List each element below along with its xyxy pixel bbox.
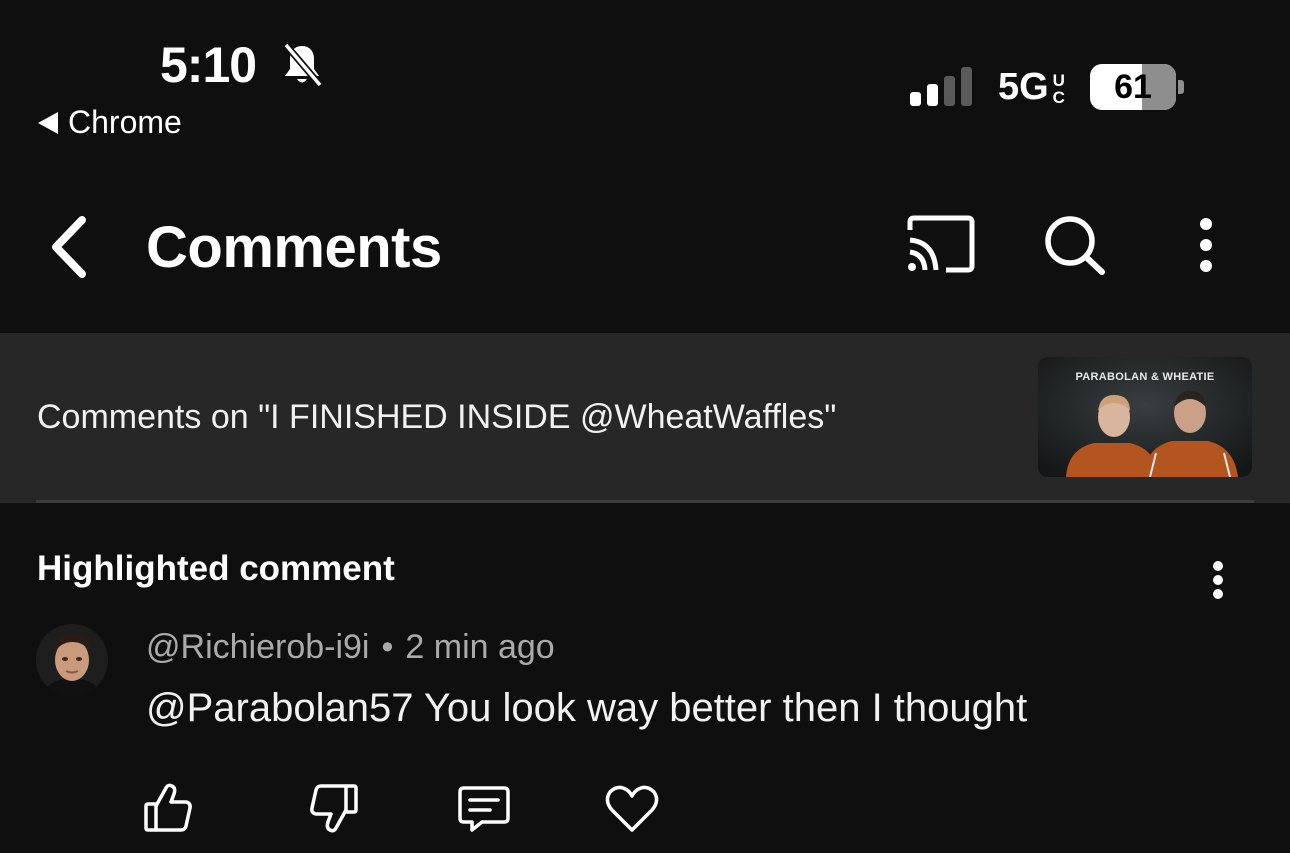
- video-banner-title: Comments on "I FINISHED INSIDE @WheatWaf…: [37, 398, 837, 436]
- comment-more-icon[interactable]: [1202, 560, 1234, 600]
- battery-percent: 61: [1114, 68, 1152, 106]
- bell-slash-icon: [283, 42, 323, 88]
- avatar-image: [36, 624, 108, 696]
- highlighted-comment-label: Highlighted comment: [37, 549, 395, 588]
- chevron-left-icon[interactable]: [42, 212, 98, 282]
- signal-strength-icon: [910, 67, 972, 106]
- back-triangle-icon: [38, 111, 58, 134]
- back-app-label: Chrome: [68, 104, 182, 140]
- network-label: 5G: [998, 66, 1049, 108]
- avatar[interactable]: [36, 624, 108, 696]
- search-icon[interactable]: [1040, 214, 1110, 276]
- divider: [36, 500, 1254, 503]
- reply-icon[interactable]: [452, 776, 516, 840]
- network-suffix-top: U: [1052, 71, 1065, 90]
- video-thumbnail[interactable]: PARABOLAN & WHEATIE: [1038, 357, 1252, 477]
- status-bar: 5:10 Chrome 5G U C 61: [0, 0, 1290, 160]
- clock: 5:10: [160, 37, 257, 93]
- back-to-app[interactable]: Chrome: [38, 104, 182, 141]
- battery-tip: [1178, 80, 1184, 94]
- video-banner[interactable]: Comments on "I FINISHED INSIDE @WheatWaf…: [0, 333, 1290, 503]
- comment-text: @Parabolan57 You look way better then I …: [146, 686, 1028, 730]
- meta-separator: •: [381, 628, 394, 666]
- comment-actions: [136, 776, 676, 840]
- dislike-icon[interactable]: [302, 776, 366, 840]
- network-suffix: U C: [1051, 72, 1067, 106]
- app-header: Comments: [0, 180, 1290, 310]
- network-suffix-bottom: C: [1052, 88, 1065, 107]
- thumbnail-title: PARABOLAN & WHEATIE: [1075, 371, 1215, 383]
- like-icon[interactable]: [136, 776, 200, 840]
- battery-icon: 61: [1090, 64, 1176, 110]
- cast-icon[interactable]: [904, 214, 978, 274]
- comment-author[interactable]: @Richierob-i9i: [146, 628, 369, 667]
- network-type: 5G U C: [998, 66, 1067, 109]
- more-vertical-icon[interactable]: [1190, 214, 1222, 276]
- heart-icon[interactable]: [600, 776, 664, 840]
- comment-meta: @Richierob-i9i • 2 min ago: [146, 628, 555, 667]
- comment-time: 2 min ago: [405, 628, 555, 666]
- page-title: Comments: [146, 215, 442, 280]
